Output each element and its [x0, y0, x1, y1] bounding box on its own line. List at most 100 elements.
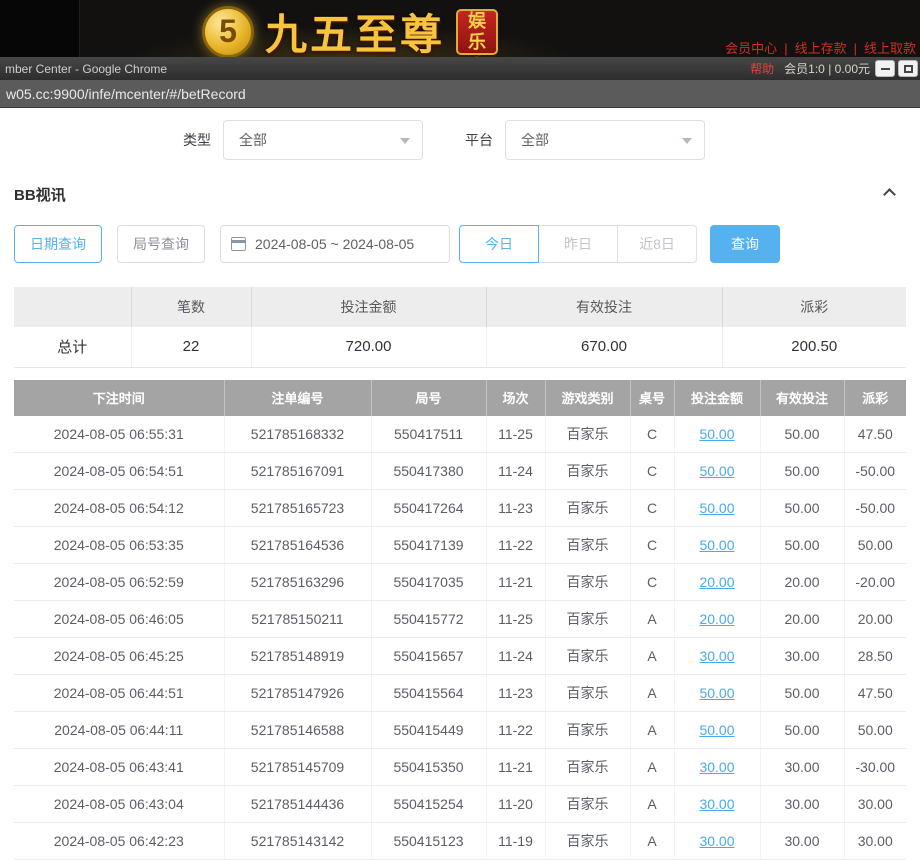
nav-separator: | — [854, 41, 857, 56]
cell-bet-amount: 30.00 — [674, 823, 760, 860]
cell-table-no: A — [630, 712, 674, 749]
bet-amount-link[interactable]: 50.00 — [699, 500, 734, 516]
summary-total-label: 总计 — [14, 327, 131, 367]
bet-amount-link[interactable]: 20.00 — [699, 611, 734, 627]
cell-bet-id: 521785144436 — [224, 786, 371, 823]
search-button[interactable]: 查询 — [710, 225, 780, 263]
bet-amount-link[interactable]: 30.00 — [699, 833, 734, 849]
cell-game-type: 百家乐 — [545, 601, 630, 638]
cell-bet-time: 2024-08-05 06:54:51 — [14, 453, 224, 490]
cell-game-type: 百家乐 — [545, 638, 630, 675]
cell-round: 550417264 — [371, 490, 486, 527]
type-select[interactable]: 全部 — [223, 120, 423, 160]
summary-bet-amount: 720.00 — [251, 327, 486, 367]
bet-amount-link[interactable]: 30.00 — [699, 796, 734, 812]
bet-amount-link[interactable]: 50.00 — [699, 463, 734, 479]
cell-bet-amount: 30.00 — [674, 786, 760, 823]
table-row: 2024-08-05 06:55:31 521785168332 5504175… — [14, 416, 906, 453]
summary-header-valid-bet: 有效投注 — [486, 287, 722, 327]
cell-session: 11-24 — [486, 638, 545, 675]
cell-game-type: 百家乐 — [545, 786, 630, 823]
cell-bet-id: 521785165723 — [224, 490, 371, 527]
cell-session: 11-25 — [486, 416, 545, 453]
cell-session: 11-25 — [486, 601, 545, 638]
cell-session: 11-23 — [486, 675, 545, 712]
cell-table-no: C — [630, 416, 674, 453]
table-header-row: 下注时间 注单编号 局号 场次 游戏类别 桌号 投注金额 有效投注 派彩 — [14, 380, 906, 416]
cell-bet-id: 521785148919 — [224, 638, 371, 675]
cell-bet-amount: 30.00 — [674, 749, 760, 786]
platform-select-value: 全部 — [521, 130, 549, 150]
summary-total-row: 总计 22 720.00 670.00 200.50 — [14, 327, 906, 367]
last8days-button[interactable]: 近8日 — [617, 225, 697, 263]
cell-valid-bet: 30.00 — [760, 749, 844, 786]
url-text: w05.cc:9900/infe/mcenter/#/betRecord — [6, 86, 246, 102]
platform-select[interactable]: 全部 — [505, 120, 705, 160]
section-title: BB视讯 — [14, 184, 66, 205]
summary-header-row: 笔数 投注金额 有效投注 派彩 — [14, 287, 906, 327]
browser-titlebar: mber Center - Google Chrome 帮助 会员1:0 | 0… — [0, 57, 920, 80]
coin-icon: 5 — [202, 6, 254, 58]
date-query-button[interactable]: 日期查询 — [14, 225, 102, 263]
maximize-icon — [904, 65, 913, 73]
bet-amount-link[interactable]: 20.00 — [699, 574, 734, 590]
cell-payout: -20.00 — [844, 564, 906, 601]
cell-round: 550415657 — [371, 638, 486, 675]
cell-game-type: 百家乐 — [545, 564, 630, 601]
header-corner-block — [0, 0, 80, 57]
maximize-button[interactable] — [898, 60, 918, 77]
filter-row: 类型 全部 平台 全部 — [14, 120, 906, 160]
yesterday-button[interactable]: 昨日 — [538, 225, 618, 263]
nav-online-deposit[interactable]: 线上存款 — [795, 41, 847, 56]
summary-header-empty — [14, 287, 131, 327]
summary-header-payout: 派彩 — [722, 287, 906, 327]
minimize-button[interactable] — [875, 60, 895, 77]
cell-game-type: 百家乐 — [545, 527, 630, 564]
bet-amount-link[interactable]: 50.00 — [699, 722, 734, 738]
round-query-button[interactable]: 局号查询 — [117, 225, 205, 263]
bet-amount-link[interactable]: 30.00 — [699, 648, 734, 664]
cell-session: 11-22 — [486, 712, 545, 749]
collapse-chevron-icon[interactable] — [883, 188, 896, 201]
table-row: 2024-08-05 06:44:11 521785146588 5504154… — [14, 712, 906, 749]
col-bet-amount: 投注金额 — [674, 380, 760, 416]
screen: 5 九五至尊 娱乐 会员中心|线上存款|线上取款 mber Center - G… — [0, 0, 920, 860]
caret-down-icon — [682, 138, 692, 144]
cell-payout: 47.50 — [844, 675, 906, 712]
table-row: 2024-08-05 06:43:04 521785144436 5504152… — [14, 786, 906, 823]
help-link[interactable]: 帮助 — [750, 60, 774, 77]
today-button[interactable]: 今日 — [459, 225, 539, 263]
col-table-no: 桌号 — [630, 380, 674, 416]
window-controls — [875, 60, 918, 77]
bet-amount-link[interactable]: 50.00 — [699, 685, 734, 701]
bet-amount-link[interactable]: 30.00 — [699, 759, 734, 775]
cell-bet-amount: 50.00 — [674, 416, 760, 453]
col-valid-bet: 有效投注 — [760, 380, 844, 416]
cell-bet-id: 521785147926 — [224, 675, 371, 712]
cell-bet-id: 521785163296 — [224, 564, 371, 601]
browser-urlbar[interactable]: w05.cc:9900/infe/mcenter/#/betRecord — [0, 80, 920, 108]
cell-bet-id: 521785143142 — [224, 823, 371, 860]
cell-round: 550415564 — [371, 675, 486, 712]
cell-table-no: C — [630, 453, 674, 490]
cell-session: 11-23 — [486, 490, 545, 527]
nav-member-center[interactable]: 会员中心 — [725, 41, 777, 56]
cell-game-type: 百家乐 — [545, 490, 630, 527]
bet-amount-link[interactable]: 50.00 — [699, 537, 734, 553]
cell-valid-bet: 50.00 — [760, 416, 844, 453]
cell-bet-amount: 20.00 — [674, 564, 760, 601]
col-round: 局号 — [371, 380, 486, 416]
entertainment-badge: 娱乐 — [456, 9, 498, 55]
cell-bet-time: 2024-08-05 06:45:25 — [14, 638, 224, 675]
bet-amount-link[interactable]: 50.00 — [699, 426, 734, 442]
cell-bet-amount: 50.00 — [674, 527, 760, 564]
table-row: 2024-08-05 06:46:05 521785150211 5504157… — [14, 601, 906, 638]
col-game-type: 游戏类别 — [545, 380, 630, 416]
cell-valid-bet: 30.00 — [760, 823, 844, 860]
table-row: 2024-08-05 06:42:23 521785143142 5504151… — [14, 823, 906, 860]
cell-bet-time: 2024-08-05 06:42:23 — [14, 823, 224, 860]
nav-online-withdraw[interactable]: 线上取款 — [864, 41, 916, 56]
cell-valid-bet: 30.00 — [760, 638, 844, 675]
type-label: 类型 — [183, 130, 211, 150]
date-range-picker[interactable]: 2024-08-05 ~ 2024-08-05 — [220, 225, 450, 263]
